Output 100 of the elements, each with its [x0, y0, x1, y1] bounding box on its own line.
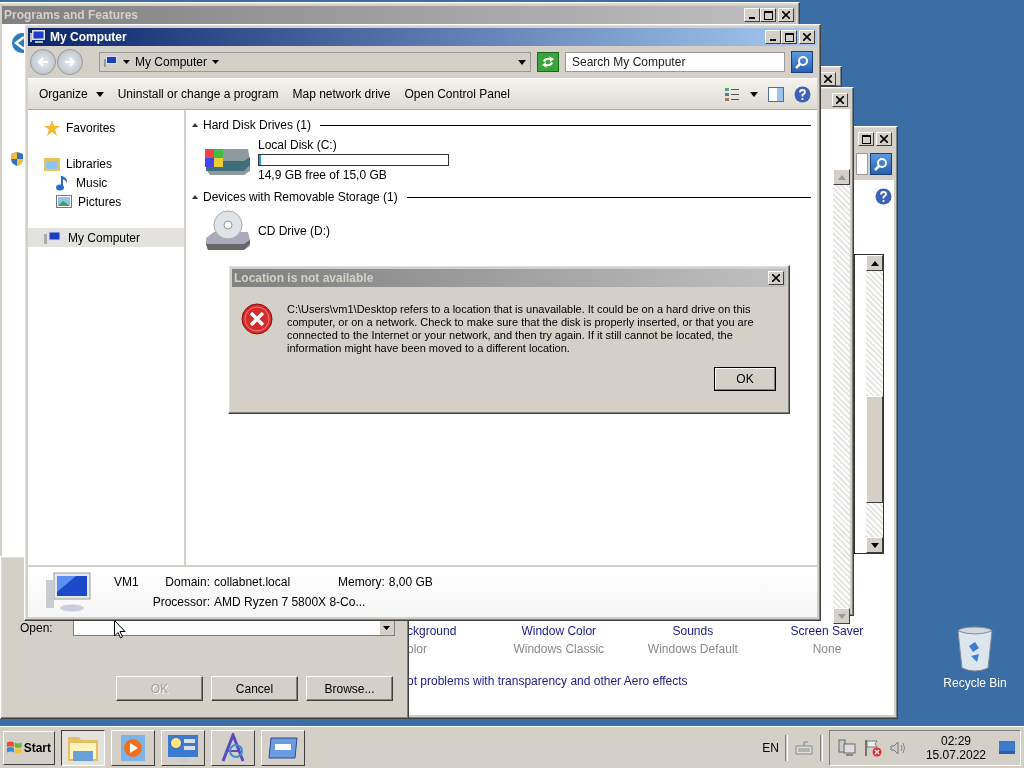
arrow-left-icon: [37, 57, 49, 67]
caret-icon: [95, 91, 104, 97]
toolbar-button[interactable]: Organize: [34, 83, 109, 105]
toolbar-button[interactable]: Map network drive: [287, 83, 396, 105]
detail-value: collabnet.local: [214, 575, 291, 589]
error-icon: [241, 303, 273, 335]
back-button[interactable]: [30, 49, 56, 75]
refresh-button[interactable]: [537, 52, 559, 72]
collapse-icon[interactable]: [192, 195, 198, 199]
arrow-down-icon[interactable]: [870, 542, 879, 548]
setting-link[interactable]: Window Color: [521, 624, 597, 638]
flag-icon[interactable]: [863, 738, 882, 757]
window-title: Programs and Features: [4, 8, 139, 22]
computer-icon: [104, 56, 118, 68]
open-label: Open:: [20, 620, 53, 635]
setting-value: None: [812, 642, 842, 656]
clock-date[interactable]: 15.07.2022: [925, 747, 986, 762]
caret-icon[interactable]: [518, 59, 526, 65]
close-icon: [836, 96, 844, 104]
search-field[interactable]: [856, 153, 868, 175]
nav-item[interactable]: My Computer: [28, 228, 184, 247]
show-desktop-icon[interactable]: [998, 739, 1016, 756]
cd-drive-icon[interactable]: [204, 210, 252, 252]
search-button[interactable]: [870, 153, 892, 175]
nav-item[interactable]: Music: [28, 173, 184, 192]
start-button[interactable]: Start: [3, 730, 55, 765]
computer-name: VM1: [114, 575, 139, 589]
close-icon: [803, 33, 811, 41]
nav-item[interactable]: Favorites: [28, 118, 184, 137]
picture-icon: [56, 195, 72, 208]
close-button[interactable]: [832, 93, 848, 107]
maximize-icon: [861, 134, 871, 144]
ok-button[interactable]: OK: [714, 367, 776, 391]
close-button[interactable]: [799, 30, 815, 44]
search-field[interactable]: Search My Computer: [565, 52, 785, 72]
caret-icon[interactable]: [750, 91, 758, 97]
detail-label: Memory:: [338, 575, 385, 589]
taskbar-button[interactable]: [61, 729, 105, 766]
setting-value: Windows Default: [647, 642, 738, 656]
music-note-icon: [56, 174, 70, 191]
search-button[interactable]: [791, 51, 813, 73]
dialog-button[interactable]: Browse...: [306, 676, 393, 701]
caret-icon[interactable]: [123, 60, 130, 64]
setting-value: Windows Classic: [513, 642, 605, 656]
group-header[interactable]: Devices with Removable Storage (1): [203, 190, 398, 204]
recycle-bin-icon[interactable]: [957, 626, 993, 672]
forward-button[interactable]: [57, 49, 83, 75]
shield-icon: [11, 152, 23, 166]
free-space-text: 14,9 GB free of 15,0 GB: [258, 168, 388, 182]
group-header[interactable]: Hard Disk Drives (1): [203, 118, 311, 132]
nav-item[interactable]: Libraries: [28, 154, 184, 173]
dialog-button[interactable]: Cancel: [211, 676, 298, 701]
computer-icon: [44, 230, 62, 245]
media-player-icon: [120, 733, 146, 762]
scrollbar[interactable]: [866, 255, 883, 553]
search-icon: [874, 157, 888, 171]
dialog-title: Location is not available: [234, 271, 374, 285]
setting-link[interactable]: Screen Saver: [790, 624, 864, 638]
computer-icon: [46, 572, 92, 612]
toolbar-button[interactable]: Uninstall or change a program: [112, 83, 284, 105]
clock-time[interactable]: 02:29: [940, 733, 971, 748]
language-indicator[interactable]: EN: [762, 740, 779, 755]
collapse-icon[interactable]: [192, 123, 198, 127]
maximize-icon: [763, 10, 773, 20]
breadcrumb[interactable]: My Computer: [135, 55, 208, 69]
library-icon: [44, 156, 60, 171]
preview-pane-icon[interactable]: [768, 86, 784, 102]
nav-item[interactable]: Pictures: [28, 192, 184, 211]
window-icon: [267, 735, 299, 760]
help-icon[interactable]: [794, 85, 811, 103]
arrow-up-icon[interactable]: [870, 260, 879, 266]
search-icon: [795, 55, 809, 69]
address-bar[interactable]: My Computer: [99, 52, 531, 72]
caret-icon[interactable]: [212, 60, 220, 64]
maximize-icon: [784, 32, 794, 42]
close-icon: [880, 135, 888, 143]
refresh-icon: [541, 56, 555, 68]
drive-name[interactable]: Local Disk (C:): [258, 138, 449, 152]
window-title: My Computer: [50, 30, 127, 44]
toolbar-button[interactable]: Open Control Panel: [399, 83, 515, 105]
drive-name[interactable]: CD Drive (D:): [258, 224, 330, 238]
view-icon[interactable]: [724, 86, 740, 102]
arrow-right-icon: [64, 57, 76, 67]
detail-value: AMD Ryzen 7 5800X 8-Co...: [214, 595, 367, 609]
desktop-icon-label[interactable]: Recycle Bin: [943, 676, 1007, 690]
computer-icon: [30, 30, 46, 44]
setting-link[interactable]: Sounds: [672, 624, 714, 638]
close-button[interactable]: [876, 132, 892, 146]
close-icon: [824, 75, 832, 83]
setting-link[interactable]: ckground: [407, 624, 457, 638]
list-box[interactable]: [854, 254, 884, 554]
maximize-button[interactable]: [858, 132, 874, 146]
help-icon[interactable]: [875, 188, 892, 205]
maximize-button[interactable]: [781, 30, 797, 44]
detail-value: 8,00 GB: [388, 575, 433, 589]
close-icon: [782, 11, 790, 19]
detail-label: Processor:: [152, 595, 211, 609]
caret-icon[interactable]: [383, 625, 391, 630]
minimize-button[interactable]: [765, 30, 781, 44]
network-icon[interactable]: [837, 738, 856, 757]
